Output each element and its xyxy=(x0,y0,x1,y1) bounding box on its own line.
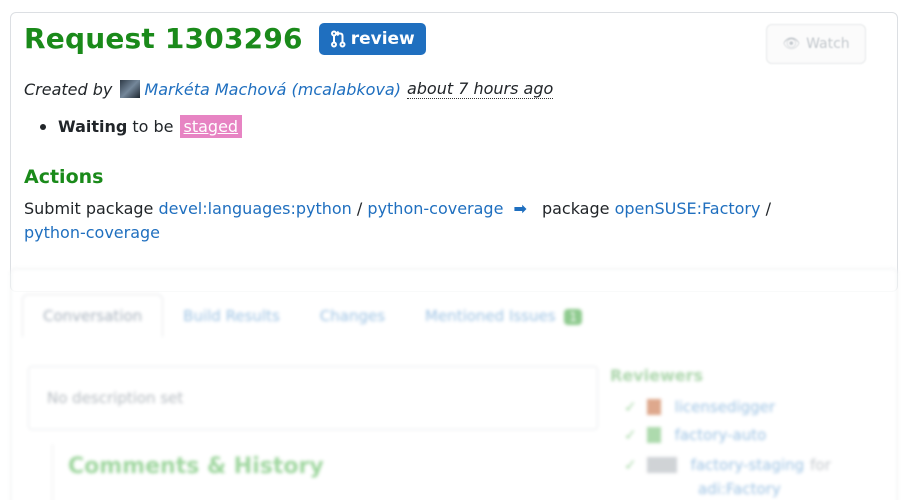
review-badge: review xyxy=(318,22,426,55)
tab-conversation[interactable]: Conversation xyxy=(22,294,164,337)
separator: / xyxy=(356,199,363,218)
reviewer-suffix: for xyxy=(810,456,831,474)
review-badge-label: review xyxy=(350,28,415,49)
staged-label[interactable]: staged xyxy=(179,115,243,138)
target-package-link[interactable]: python-coverage xyxy=(24,223,160,242)
reviewer-link[interactable]: factory-auto xyxy=(675,426,767,444)
status-state: Waiting xyxy=(58,117,128,136)
action-prefix: Submit package xyxy=(24,199,154,218)
pull-request-icon xyxy=(330,30,346,47)
check-icon: ✓ xyxy=(624,426,637,444)
status-middle: to be xyxy=(132,117,174,136)
user-icon xyxy=(646,399,661,415)
comments-heading: Comments & History xyxy=(68,454,324,479)
reviewer-item: ✓ factory-staging for xyxy=(624,456,831,474)
description-box: No description set xyxy=(28,366,598,430)
check-icon: ✓ xyxy=(624,456,637,474)
source-project-link[interactable]: devel:languages:python xyxy=(158,199,351,218)
tab-changes[interactable]: Changes xyxy=(300,295,405,337)
user-link[interactable]: Markéta Machová (mcalabkova) xyxy=(144,80,401,99)
reviewer-item: adi:Factory xyxy=(698,480,781,498)
eye-icon: 👁 xyxy=(782,36,801,52)
separator: / xyxy=(765,199,771,218)
tab-bar: Conversation Build Results Changes Menti… xyxy=(22,294,602,337)
reviewer-link[interactable]: licensedigger xyxy=(675,398,776,416)
bullet xyxy=(40,123,46,130)
tab-build-results[interactable]: Build Results xyxy=(163,295,300,337)
tab-mentioned-issues-label: Mentioned Issues xyxy=(425,306,556,325)
issues-count-badge: 1 xyxy=(564,308,582,325)
title-row: Request 1303296 review xyxy=(24,22,426,55)
reviewer-link[interactable]: adi:Factory xyxy=(698,480,781,498)
reviewer-item: ✓ factory-auto xyxy=(624,426,766,444)
lower-panel: Conversation Build Results Changes Menti… xyxy=(10,268,898,500)
action-description: Submit package devel:languages:python / … xyxy=(24,197,824,245)
watch-button[interactable]: 👁 Watch xyxy=(766,24,866,64)
user-icon xyxy=(646,427,661,443)
timeline-line xyxy=(52,444,53,500)
action-mid: package xyxy=(541,199,610,218)
description-text: No description set xyxy=(47,389,184,407)
reviewer-link[interactable]: factory-staging xyxy=(691,456,805,474)
source-package-link[interactable]: python-coverage xyxy=(367,199,503,218)
avatar xyxy=(120,80,141,98)
created-by-row: Created by Markéta Machová (mcalabkova) … xyxy=(24,79,554,99)
actions-heading: Actions xyxy=(24,166,104,188)
check-icon: ✓ xyxy=(624,398,637,416)
reviewer-item: ✓ licensedigger xyxy=(624,398,775,416)
tab-mentioned-issues[interactable]: Mentioned Issues 1 xyxy=(405,295,602,337)
page-title: Request 1303296 xyxy=(24,22,303,55)
status-row: Waiting to be staged xyxy=(40,115,243,138)
target-project-link[interactable]: openSUSE:Factory xyxy=(615,199,761,218)
created-prefix: Created by xyxy=(24,79,113,99)
watch-label: Watch xyxy=(806,36,850,52)
created-time: about 7 hours ago xyxy=(406,79,554,99)
reviewers-heading: Reviewers xyxy=(610,366,703,385)
group-icon xyxy=(646,457,677,473)
arrow-right-icon: ➡ xyxy=(513,199,527,218)
